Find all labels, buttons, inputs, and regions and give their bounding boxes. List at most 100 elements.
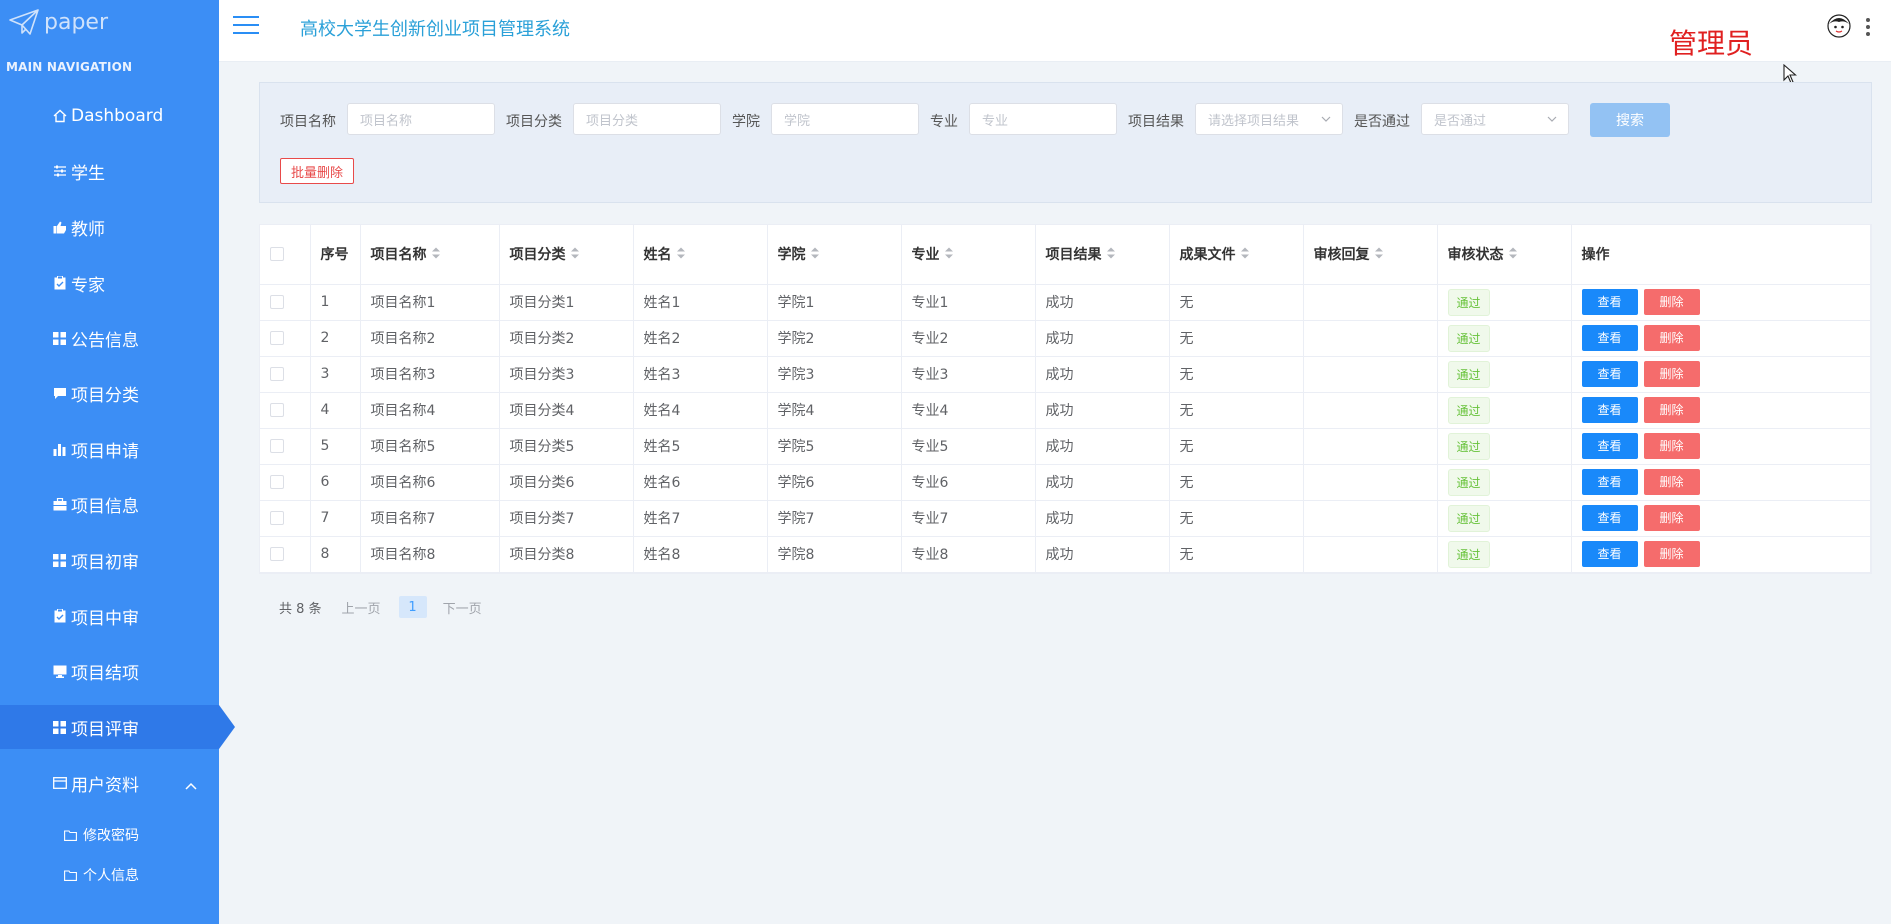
hamburger-menu-icon[interactable] bbox=[233, 16, 259, 36]
column-header[interactable]: 项目名称 bbox=[360, 225, 500, 285]
sidebar-item-label: 项目中审 bbox=[71, 608, 139, 629]
cell-major: 专业1 bbox=[901, 284, 1036, 321]
row-checkbox[interactable] bbox=[270, 547, 284, 561]
view-button[interactable]: 查看 bbox=[1581, 397, 1638, 423]
sidebar-item-dashboard[interactable]: Dashboard bbox=[0, 94, 219, 138]
sidebar-subitem-label: 个人信息 bbox=[83, 868, 139, 884]
column-header[interactable]: 专业 bbox=[901, 225, 1036, 285]
folder-icon bbox=[64, 869, 77, 881]
sidebar-item-project-category[interactable]: 项目分类 bbox=[0, 371, 219, 415]
sort-icon[interactable] bbox=[676, 246, 686, 264]
sidebar-item-project-evaluation[interactable]: 项目评审 bbox=[0, 705, 235, 749]
cell-reply bbox=[1303, 500, 1438, 537]
clipboard-icon bbox=[52, 276, 67, 291]
row-checkbox[interactable] bbox=[270, 295, 284, 309]
sort-icon[interactable] bbox=[944, 246, 954, 264]
sidebar-item-label: 项目初审 bbox=[71, 552, 139, 573]
cell-person: 姓名1 bbox=[633, 284, 768, 321]
sort-icon[interactable] bbox=[431, 246, 441, 264]
delete-button[interactable]: 删除 bbox=[1643, 397, 1700, 423]
sidebar-item-mid-review[interactable]: 项目中审 bbox=[0, 594, 219, 638]
delete-button[interactable]: 删除 bbox=[1643, 505, 1700, 531]
cell-name: 项目名称4 bbox=[360, 392, 500, 429]
column-header[interactable]: 成果文件 bbox=[1169, 225, 1304, 285]
cell-actions: 查看 删除 bbox=[1571, 428, 1871, 465]
column-header[interactable]: 项目分类 bbox=[499, 225, 634, 285]
page-number-button[interactable]: 1 bbox=[398, 596, 427, 618]
view-button[interactable]: 查看 bbox=[1581, 505, 1638, 531]
cell-actions: 查看 删除 bbox=[1571, 320, 1871, 357]
cell-no: 3 bbox=[310, 356, 361, 393]
cell-major: 专业3 bbox=[901, 356, 1036, 393]
view-button[interactable]: 查看 bbox=[1581, 541, 1638, 567]
sidebar-item-teachers[interactable]: 教师 bbox=[0, 205, 219, 249]
table-row: 3 项目名称3 项目分类3 姓名3 学院3 专业3 成功无 通过 查看 删除 bbox=[260, 356, 1871, 393]
column-header[interactable]: 审核状态 bbox=[1437, 225, 1572, 285]
delete-button[interactable]: 删除 bbox=[1643, 433, 1700, 459]
delete-button[interactable]: 删除 bbox=[1643, 541, 1700, 567]
row-checkbox[interactable] bbox=[270, 331, 284, 345]
sidebar-item-students[interactable]: 学生 bbox=[0, 149, 219, 193]
sidebar-item-project-info[interactable]: 项目信息 bbox=[0, 482, 219, 526]
sort-icon[interactable] bbox=[1374, 246, 1384, 264]
row-checkbox[interactable] bbox=[270, 475, 284, 489]
row-checkbox[interactable] bbox=[270, 403, 284, 417]
row-checkbox[interactable] bbox=[270, 367, 284, 381]
delete-button[interactable]: 删除 bbox=[1643, 469, 1700, 495]
sidebar-subitem-personal-info[interactable]: 个人信息 bbox=[0, 857, 219, 893]
cell-category: 项目分类6 bbox=[499, 464, 634, 501]
cell-name: 项目名称3 bbox=[360, 356, 500, 393]
cell-reply bbox=[1303, 464, 1438, 501]
sidebar-item-label: 学生 bbox=[71, 163, 105, 184]
delete-button[interactable]: 删除 bbox=[1643, 325, 1700, 351]
view-button[interactable]: 查看 bbox=[1581, 289, 1638, 315]
column-header[interactable]: 审核回复 bbox=[1303, 225, 1438, 285]
sidebar-item-first-review[interactable]: 项目初审 bbox=[0, 538, 219, 582]
column-header[interactable]: 项目结果 bbox=[1035, 225, 1170, 285]
chevron-up-icon[interactable] bbox=[185, 775, 197, 795]
batch-delete-button[interactable]: 批量删除 bbox=[280, 158, 355, 184]
sidebar-subitem-change-password[interactable]: 修改密码 bbox=[0, 817, 219, 853]
sidebar: paper MAIN NAVIGATION Dashboard 学生 教师 专家… bbox=[0, 0, 235, 924]
sort-icon[interactable] bbox=[1508, 246, 1518, 264]
delete-button[interactable]: 删除 bbox=[1643, 289, 1700, 315]
role-label: 管理员 bbox=[1669, 27, 1754, 60]
next-page-button[interactable]: 下一页 bbox=[443, 598, 482, 617]
view-button[interactable]: 查看 bbox=[1581, 469, 1638, 495]
sidebar-item-project-application[interactable]: 项目申请 bbox=[0, 427, 219, 471]
avatar[interactable] bbox=[1827, 14, 1851, 38]
table-header-row: 序号 项目名称 项目分类 姓名 学院 专业 项目结果 成果文件 审核回复 审核状… bbox=[260, 225, 1871, 285]
sort-icon[interactable] bbox=[1106, 246, 1116, 264]
sort-icon[interactable] bbox=[570, 246, 580, 264]
row-checkbox[interactable] bbox=[270, 511, 284, 525]
search-button[interactable]: 搜索 bbox=[1590, 103, 1670, 137]
sidebar-item-user-profile[interactable]: 用户资料 bbox=[0, 761, 219, 805]
delete-button[interactable]: 删除 bbox=[1643, 361, 1700, 387]
college-input[interactable]: 学院 bbox=[771, 103, 919, 135]
row-checkbox[interactable] bbox=[270, 439, 284, 453]
column-header[interactable]: 学院 bbox=[767, 225, 902, 285]
project-category-input[interactable]: 项目分类 bbox=[573, 103, 721, 135]
column-header[interactable]: 姓名 bbox=[633, 225, 768, 285]
major-label: 专业 bbox=[930, 114, 958, 130]
passed-select[interactable]: 是否通过 bbox=[1421, 103, 1569, 135]
column-header: 序号 bbox=[310, 225, 361, 285]
sidebar-item-announcements[interactable]: 公告信息 bbox=[0, 316, 219, 360]
major-input[interactable]: 专业 bbox=[969, 103, 1117, 135]
view-button[interactable]: 查看 bbox=[1581, 325, 1638, 351]
prev-page-button[interactable]: 上一页 bbox=[342, 598, 381, 617]
project-result-select[interactable]: 请选择项目结果 bbox=[1195, 103, 1343, 135]
sidebar-item-experts[interactable]: 专家 bbox=[0, 261, 219, 305]
cell-actions: 查看 删除 bbox=[1571, 284, 1871, 321]
project-name-input[interactable]: 项目名称 bbox=[347, 103, 495, 135]
comment-icon bbox=[52, 386, 67, 401]
cell-file: 无 bbox=[1169, 392, 1304, 429]
view-button[interactable]: 查看 bbox=[1581, 361, 1638, 387]
view-button[interactable]: 查看 bbox=[1581, 433, 1638, 459]
chevron-down-icon bbox=[1320, 113, 1332, 129]
select-all-checkbox[interactable] bbox=[270, 247, 284, 262]
sort-icon[interactable] bbox=[1240, 246, 1250, 264]
sidebar-item-project-completion[interactable]: 项目结项 bbox=[0, 649, 219, 693]
more-options-icon[interactable] bbox=[1866, 18, 1870, 39]
sort-icon[interactable] bbox=[810, 246, 820, 264]
